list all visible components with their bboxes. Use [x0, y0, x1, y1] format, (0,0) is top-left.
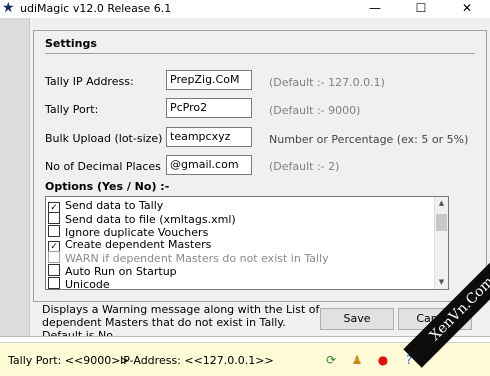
option-send-to-file[interactable]: Send data to file (xmltags.xml)	[48, 212, 236, 226]
checkbox[interactable]	[48, 225, 60, 237]
scroll-down-icon[interactable]: ▼	[435, 276, 448, 289]
user-icon[interactable]: ♟	[350, 353, 364, 367]
option-create-masters[interactable]: ✓ Create dependent Masters	[48, 238, 211, 253]
checkbox[interactable]	[48, 277, 60, 289]
decimal-places-input[interactable]: @gmail.com	[166, 155, 252, 175]
scroll-thumb[interactable]	[436, 214, 447, 231]
checkbox-disabled	[48, 251, 60, 263]
refresh-icon[interactable]: ⟳	[324, 353, 338, 367]
settings-divider	[45, 53, 475, 54]
title-bar: ★ udiMagic v12.0 Release 6.1 — ☐ ✕	[0, 0, 490, 18]
tally-ip-label: Tally IP Address:	[45, 75, 134, 88]
option-send-to-tally[interactable]: ✓ Send data to Tally	[48, 199, 163, 214]
scroll-up-icon[interactable]: ▲	[435, 197, 448, 210]
settings-heading: Settings	[45, 37, 97, 50]
minimize-button[interactable]: —	[352, 0, 398, 18]
close-button[interactable]: ✕	[444, 0, 490, 18]
status-ip-address: IP-Address: <<127.0.0.1>>	[120, 354, 274, 367]
window-title: udiMagic v12.0 Release 6.1	[20, 2, 172, 15]
bulk-upload-hint: Number or Percentage (ex: 5 or 5%)	[269, 133, 469, 146]
tally-ip-input[interactable]: PrepZig.CoM	[166, 70, 252, 90]
checkbox[interactable]	[48, 212, 60, 224]
tally-port-label: Tally Port:	[45, 103, 99, 116]
status-tally-port: Tally Port: <<9000>>	[8, 354, 130, 367]
checkbox[interactable]	[48, 264, 60, 276]
maximize-button[interactable]: ☐	[398, 0, 444, 18]
app-star-icon: ★	[2, 0, 15, 16]
decimal-places-hint: (Default :- 2)	[269, 160, 340, 173]
option-auto-run[interactable]: Auto Run on Startup	[48, 264, 177, 278]
options-heading: Options (Yes / No) :-	[45, 180, 170, 193]
tally-port-input[interactable]: PcPro2	[166, 98, 252, 118]
decimal-places-label: No of Decimal Places	[45, 160, 161, 173]
save-button[interactable]: Save	[320, 308, 394, 330]
tally-ip-hint: (Default :- 127.0.0.1)	[269, 76, 385, 89]
options-listbox[interactable]: ✓ Send data to Tally Send data to file (x…	[45, 196, 449, 291]
options-scrollbar[interactable]: ▲ ▼	[434, 197, 448, 289]
option-unicode[interactable]: Unicode	[48, 277, 110, 291]
stop-icon[interactable]: ●	[376, 353, 390, 367]
tally-port-hint: (Default :- 9000)	[269, 104, 361, 117]
background-window-strip	[0, 18, 29, 336]
option-ignore-duplicates[interactable]: Ignore duplicate Vouchers	[48, 225, 208, 239]
bulk-upload-label: Bulk Upload (lot-size)	[45, 132, 163, 145]
bulk-upload-input[interactable]: teampcxyz	[166, 127, 252, 147]
option-warn-masters: WARN if dependent Masters do not exist i…	[48, 251, 329, 265]
